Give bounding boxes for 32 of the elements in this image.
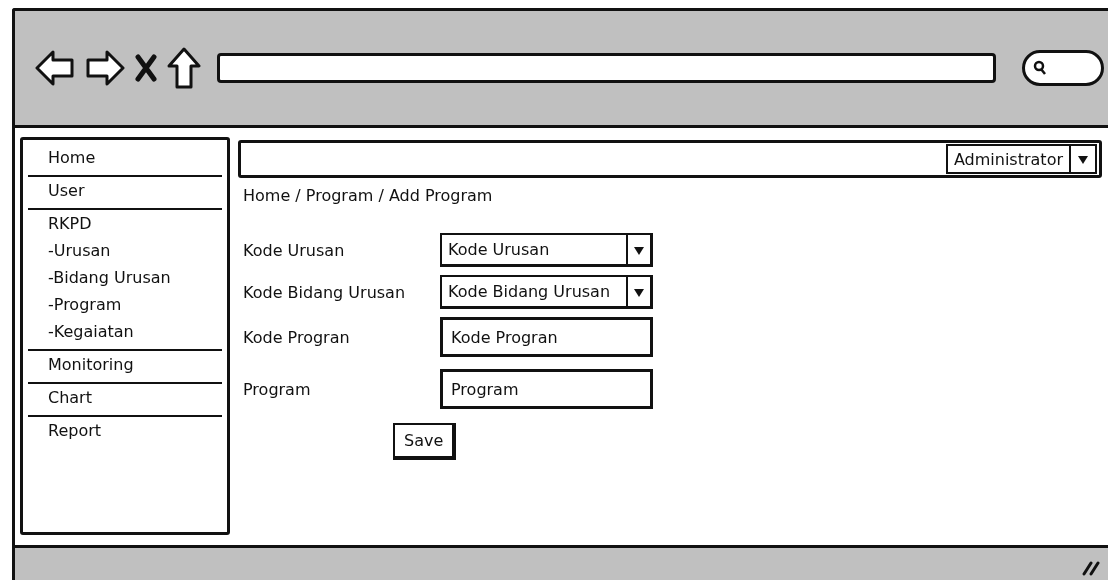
sidebar-item[interactable]: Monitoring xyxy=(48,354,222,376)
sidebar-subitem[interactable]: -Program xyxy=(48,294,222,316)
sidebar-subitem[interactable]: -Kegaiatan xyxy=(48,321,222,343)
forward-arrow-icon[interactable] xyxy=(85,48,125,88)
caret-icon xyxy=(634,286,644,297)
dropdown[interactable]: Kode Urusan xyxy=(440,233,653,267)
sidebar-subitem[interactable]: -Urusan xyxy=(48,240,222,262)
sidebar-item[interactable]: User xyxy=(48,180,222,202)
close-icon[interactable] xyxy=(135,54,157,82)
field-label: Kode Progran xyxy=(243,327,351,347)
search-field[interactable] xyxy=(1022,50,1104,86)
user-menu[interactable]: Administrator xyxy=(945,144,1097,174)
sidebar-subitem[interactable]: -Bidang Urusan xyxy=(48,267,222,289)
back-arrow-icon[interactable] xyxy=(35,48,75,88)
sidebar-item[interactable]: RKPD xyxy=(48,213,222,235)
field-label: Kode Urusan xyxy=(243,240,346,260)
sidebar-item[interactable]: Chart xyxy=(48,387,222,409)
sidebar-item[interactable]: Home xyxy=(48,147,222,169)
field-label: Program xyxy=(243,379,312,399)
home-icon[interactable] xyxy=(167,47,201,89)
breadcrumb: Home / Program / Add Program xyxy=(243,186,494,205)
search-icon xyxy=(1033,60,1047,76)
sidebar-item[interactable]: Report xyxy=(48,420,222,442)
dropdown[interactable]: Kode Bidang Urusan xyxy=(440,275,653,309)
text-field[interactable]: Kode Progran xyxy=(440,317,653,357)
resize-grip-icon[interactable] xyxy=(1082,560,1100,576)
caret-icon xyxy=(634,244,644,255)
field-label: Kode Bidang Urusan xyxy=(243,282,407,302)
address-bar[interactable] xyxy=(217,53,996,83)
caret-icon xyxy=(1078,154,1088,164)
save-button[interactable]: Save xyxy=(393,423,457,460)
text-field[interactable]: Program xyxy=(440,369,653,409)
